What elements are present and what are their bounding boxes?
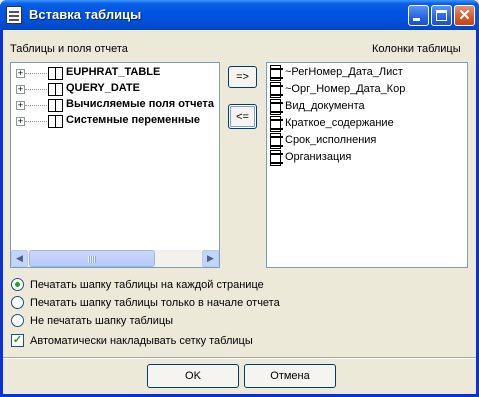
table-columns-label: Колонки таблицы (372, 43, 461, 55)
column-icon (270, 65, 284, 81)
cancel-button[interactable]: Отмена (244, 364, 336, 388)
tree-item[interactable]: + QUERY_DATE (11, 81, 219, 97)
auto-grid-checkbox[interactable]: ✓ (11, 334, 24, 347)
column-icon (270, 82, 284, 98)
tables-tree[interactable]: + EUPHRAT_TABLE + QUERY_DATE + Вычисляемые по… (10, 62, 220, 268)
column-label: Срок_исполнения (285, 134, 377, 146)
tree-item[interactable]: + Вычисляемые поля отчета (11, 97, 219, 113)
header-option-label[interactable]: Не печатать шапку таблицы (30, 315, 173, 327)
column-icon (270, 116, 284, 132)
column-label: Организация (285, 151, 352, 163)
tree-item-label: Системные переменные (66, 114, 201, 126)
scroll-left-icon[interactable]: ◀ (11, 250, 28, 267)
auto-grid-label[interactable]: Автоматически накладывать сетку таблицы (30, 335, 253, 347)
list-item[interactable]: Срок_исполнения (267, 132, 467, 149)
header-option-radio[interactable] (11, 278, 24, 291)
list-item[interactable]: ~РегНомер_Дата_Лист (267, 64, 467, 81)
header-option-label[interactable]: Печатать шапку таблицы только в начале о… (30, 297, 280, 309)
column-icon (270, 150, 284, 166)
tree-connector (25, 89, 47, 90)
tree-item-label: Вычисляемые поля отчета (66, 98, 214, 110)
dialog-body: Таблицы и поля отчета Колонки таблицы + E… (3, 30, 476, 394)
list-item[interactable]: ~Орг_Номер_Дата_Кор (267, 81, 467, 98)
minimize-icon (413, 18, 420, 21)
tree-item[interactable]: + Системные переменные (11, 113, 219, 129)
tree-connector (25, 121, 47, 122)
scroll-right-icon[interactable]: ▶ (202, 250, 219, 267)
header-option-radio[interactable] (11, 296, 24, 309)
header-option-radio[interactable] (11, 314, 24, 327)
column-label: ~Орг_Номер_Дата_Кор (285, 83, 406, 95)
title-bar[interactable]: Вставка таблицы ✕ (0, 0, 479, 30)
tree-item-label: QUERY_DATE (66, 82, 140, 94)
expand-icon[interactable]: + (16, 85, 25, 94)
table-book-icon (48, 115, 63, 128)
header-option-label[interactable]: Печатать шапку таблицы на каждой страниц… (30, 279, 264, 291)
add-column-button[interactable]: => (228, 66, 257, 88)
close-icon: ✕ (458, 7, 471, 24)
remove-column-button[interactable]: <= (228, 104, 257, 129)
tree-connector (25, 73, 47, 74)
table-book-icon (48, 67, 63, 80)
expand-icon[interactable]: + (16, 69, 25, 78)
expand-icon[interactable]: + (16, 101, 25, 110)
scroll-thumb[interactable] (29, 250, 155, 267)
maximize-icon (436, 10, 447, 21)
tables-fields-label: Таблицы и поля отчета (10, 43, 128, 55)
document-icon (6, 6, 22, 24)
column-label: Вид_документа (285, 100, 365, 112)
ok-button[interactable]: OK (147, 364, 239, 388)
horizontal-scrollbar[interactable]: ◀ ▶ (11, 250, 219, 267)
list-item[interactable]: Организация (267, 149, 467, 166)
table-book-icon (48, 99, 63, 112)
column-icon (270, 133, 284, 149)
column-label: ~РегНомер_Дата_Лист (285, 66, 403, 78)
window-title: Вставка таблицы (29, 7, 142, 22)
columns-list[interactable]: ~РегНомер_Дата_Лист ~Орг_Номер_Дата_Кор Ви… (266, 62, 468, 268)
footer-divider (3, 357, 476, 359)
tree-item[interactable]: + EUPHRAT_TABLE (11, 65, 219, 81)
list-item[interactable]: Вид_документа (267, 98, 467, 115)
table-book-icon (48, 83, 63, 96)
tree-item-label: EUPHRAT_TABLE (66, 66, 161, 78)
column-icon (270, 99, 284, 115)
close-button[interactable]: ✕ (454, 5, 475, 26)
dialog-window: Вставка таблицы ✕ Таблицы и поля отчета … (0, 0, 479, 397)
list-item[interactable]: Краткое_содержание (267, 115, 467, 132)
minimize-button[interactable] (408, 5, 429, 26)
column-label: Краткое_содержание (285, 117, 394, 129)
maximize-button[interactable] (431, 5, 452, 26)
expand-icon[interactable]: + (16, 117, 25, 126)
tree-connector (25, 105, 47, 106)
